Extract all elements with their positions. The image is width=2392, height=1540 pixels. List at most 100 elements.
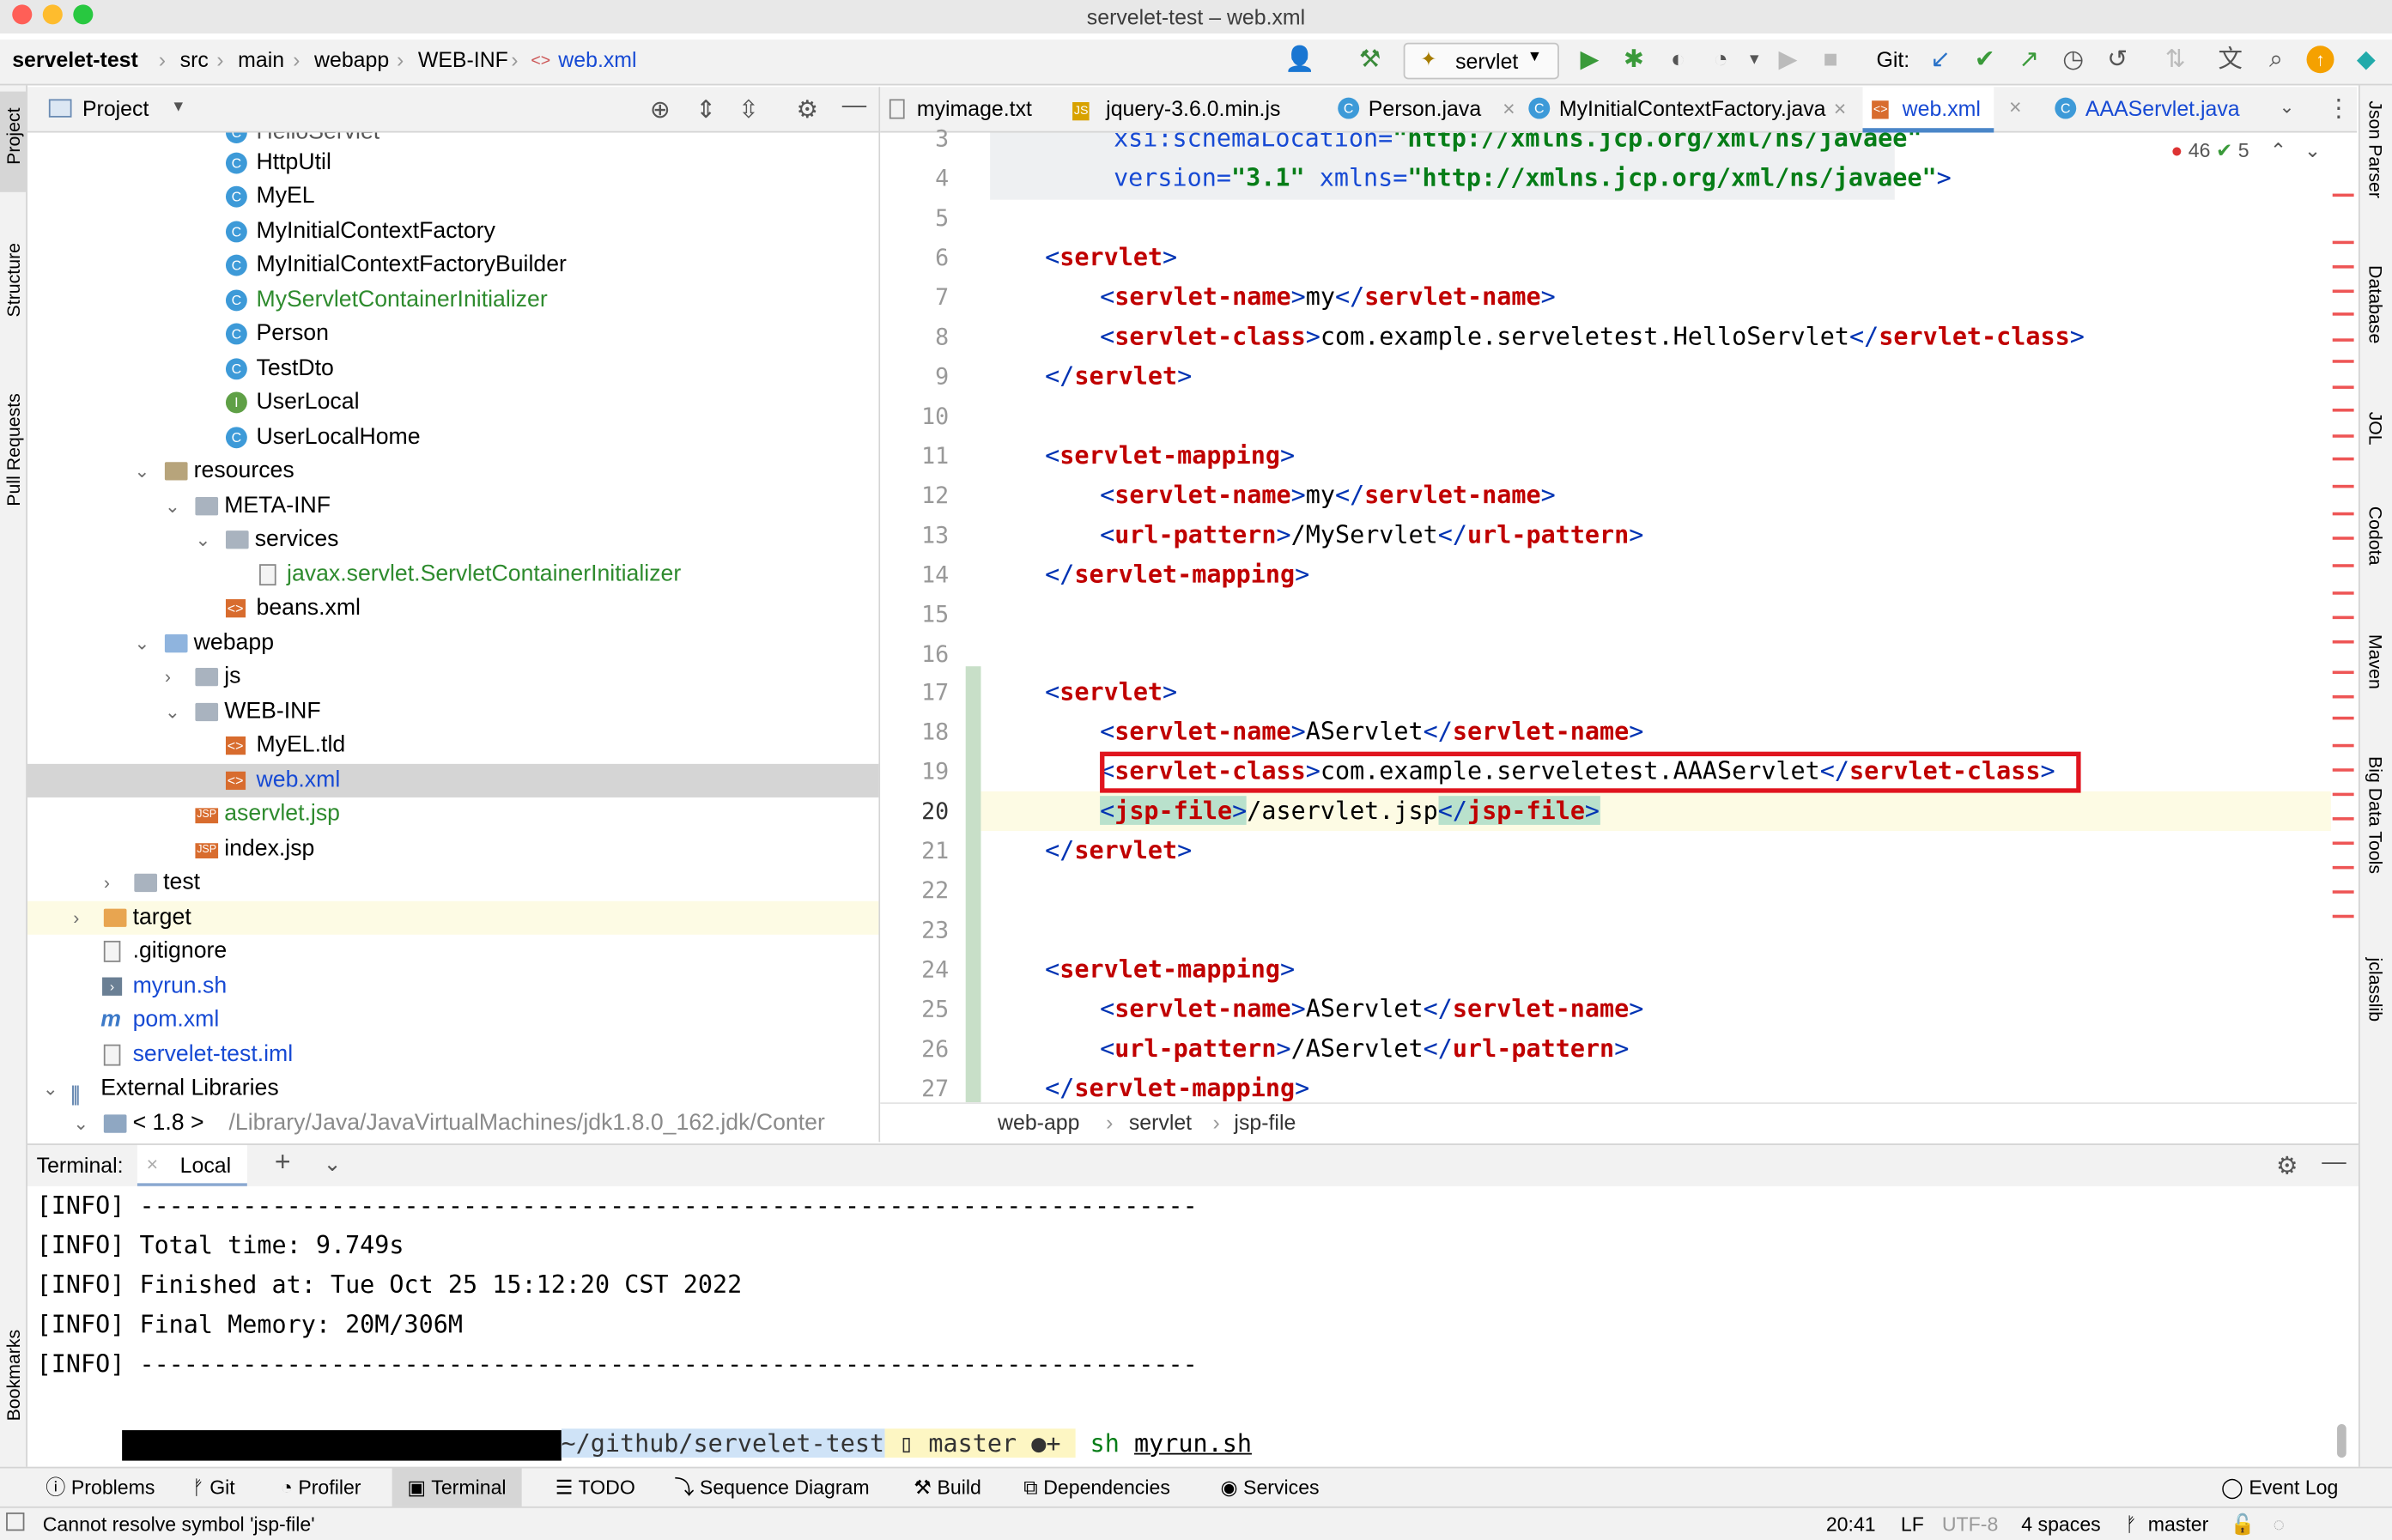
gear-icon[interactable]: ⚙ <box>796 94 817 125</box>
tree-item[interactable]: m pom.xml <box>27 1003 878 1037</box>
close-tab-icon[interactable]: × <box>2009 94 2022 118</box>
tree-item[interactable]: C HttpUtil <box>27 147 878 180</box>
error-stripe-mark[interactable] <box>2332 716 2354 720</box>
error-stripe-mark[interactable] <box>2332 385 2354 389</box>
build-hammer-icon[interactable]: ⚒ <box>1355 45 1386 76</box>
locate-icon[interactable]: ⊕ <box>650 94 671 125</box>
error-stripe-mark[interactable] <box>2332 512 2354 516</box>
toggle-tool-windows-icon[interactable] <box>6 1512 25 1531</box>
error-stripe-mark[interactable] <box>2332 768 2354 772</box>
caret-position[interactable]: 20:41 <box>1826 1508 1876 1540</box>
event-log-tool-button[interactable]: ◯ Event Log <box>2221 1468 2338 1507</box>
tree-item[interactable]: › test <box>27 866 878 900</box>
chevron-down-icon[interactable]: ⌄ <box>2280 96 2295 118</box>
chevron-right-icon[interactable]: › <box>104 866 110 900</box>
chevron-down-icon[interactable]: ⌄ <box>324 1151 342 1177</box>
error-stripe-mark[interactable] <box>2332 694 2354 699</box>
terminal-scrollbar[interactable] <box>2337 1423 2346 1458</box>
tree-item[interactable]: JSP aservlet.jsp <box>27 797 878 831</box>
chevron-down-icon[interactable]: ⌄ <box>134 454 149 488</box>
tab-web-xml[interactable]: <> web.xml <box>1862 87 1994 133</box>
chevron-down-icon[interactable]: ⌄ <box>73 1107 88 1139</box>
history-icon[interactable]: ◷ <box>2058 45 2089 76</box>
error-stripe-mark[interactable] <box>2332 841 2354 846</box>
error-stripe-mark[interactable] <box>2332 792 2354 797</box>
chevron-right-icon[interactable]: › <box>73 901 79 935</box>
hide-panel-icon[interactable]: — <box>842 93 866 120</box>
error-stripe-mark[interactable] <box>2332 240 2354 245</box>
tree-item[interactable]: C Person <box>27 317 878 350</box>
tree-item[interactable]: <> MyEL.tld <box>27 729 878 762</box>
terminal-tool-button[interactable]: ▣ Terminal <box>392 1468 522 1508</box>
tree-item[interactable]: javax.servlet.ServletContainerInitialize… <box>27 558 878 591</box>
translate-icon[interactable]: 文 <box>2215 45 2246 76</box>
minimize-window-button[interactable] <box>42 4 63 25</box>
rollback-icon[interactable]: ↺ <box>2102 45 2133 76</box>
tree-item[interactable]: ⌄ webapp <box>27 627 878 660</box>
code-editor[interactable]: xsi:schemaLocation="http://xmlns.jcp.org… <box>980 132 2331 1103</box>
project-panel-title[interactable]: Project <box>82 96 149 120</box>
breadcrumb-servlet[interactable]: servlet <box>1129 1110 1192 1134</box>
chevron-down-icon[interactable]: ▼ <box>171 99 186 116</box>
update-icon[interactable]: ↑ <box>2306 45 2334 74</box>
plugin-icon[interactable]: ◆ <box>2351 45 2382 76</box>
dependencies-tool-button[interactable]: ⧉ Dependencies <box>1023 1468 1170 1507</box>
close-window-button[interactable] <box>12 4 33 25</box>
services-tool-button[interactable]: ◉ Services <box>1220 1468 1319 1507</box>
breadcrumb-main[interactable]: main <box>238 47 284 71</box>
tree-item[interactable]: ⌄ META-INF <box>27 489 878 523</box>
profiler-icon[interactable]: ◔ <box>1705 45 1736 76</box>
breadcrumb-webapp[interactable]: webapp <box>314 47 389 71</box>
breadcrumb-web-xml[interactable]: web.xml <box>558 47 636 71</box>
tree-item[interactable]: ⌄ WEB-INF <box>27 695 878 729</box>
git-branch-widget[interactable]: master <box>2148 1508 2209 1540</box>
memory-indicator-icon[interactable]: ◌ <box>2273 1508 2285 1540</box>
inspection-widget[interactable]: ● 46 ✔ 5 ⌃ ⌄ <box>2170 139 2321 163</box>
close-tab-icon[interactable]: × <box>147 1153 158 1176</box>
error-stripe-mark[interactable] <box>2332 890 2354 894</box>
tree-item[interactable]: <> beans.xml <box>27 591 878 625</box>
jol-tool-button[interactable]: JOL <box>2365 412 2386 446</box>
indent-setting[interactable]: 4 spaces <box>2021 1508 2100 1540</box>
error-stripe-mark[interactable] <box>2332 484 2354 488</box>
close-tab-icon[interactable]: × <box>1834 87 1847 130</box>
tree-item-selected[interactable]: <> web.xml <box>27 763 879 797</box>
tree-item[interactable]: › js <box>27 660 878 694</box>
todo-tool-button[interactable]: ☰ TODO <box>556 1468 635 1507</box>
error-stripe-mark[interactable] <box>2332 457 2354 461</box>
json-parser-tool-button[interactable]: Json Parser <box>2365 100 2386 198</box>
stop-icon[interactable]: ■ <box>1815 45 1846 76</box>
expand-all-icon[interactable]: ⇕ <box>695 94 716 125</box>
chevron-down-icon[interactable]: ⌄ <box>134 627 149 660</box>
error-stripe-mark[interactable] <box>2332 564 2354 567</box>
user-icon[interactable]: 👤 <box>1284 45 1315 76</box>
chevron-down-icon[interactable]: ▼ <box>1739 45 1770 76</box>
breadcrumb-jsp-file[interactable]: jsp-file <box>1234 1110 1296 1134</box>
next-highlight-icon[interactable]: ⌄ <box>2304 139 2321 162</box>
error-stripe-mark[interactable] <box>2332 914 2354 919</box>
breadcrumb-web-app[interactable]: web-app <box>998 1110 1079 1134</box>
error-stripe-mark[interactable] <box>2332 591 2354 595</box>
git-push-icon[interactable]: ↗ <box>2013 45 2044 76</box>
tree-item[interactable]: C MyInitialContextFactoryBuilder <box>27 249 878 282</box>
profiler-tool-button[interactable]: ◔ Profiler <box>281 1468 361 1507</box>
breadcrumb-web-inf[interactable]: WEB-INF <box>418 47 508 71</box>
git-update-icon[interactable]: ↙ <box>1925 45 1956 76</box>
line-separator[interactable]: LF <box>1901 1508 1924 1540</box>
jclasslib-tool-button[interactable]: jclasslib <box>2365 957 2386 1022</box>
error-stripe-mark[interactable] <box>2332 265 2354 269</box>
problems-tool-button[interactable]: ⓘ Problems <box>46 1468 155 1507</box>
error-stripe-mark[interactable] <box>2332 312 2354 316</box>
git-commit-icon[interactable]: ✔ <box>1970 45 2000 76</box>
error-stripe-mark[interactable] <box>2332 743 2354 748</box>
chevron-down-icon[interactable]: ⌄ <box>165 489 180 523</box>
debug-icon[interactable]: ✱ <box>1618 45 1649 76</box>
error-stripe-mark[interactable] <box>2332 193 2354 197</box>
chevron-down-icon[interactable]: ⌄ <box>43 1072 58 1106</box>
chevron-right-icon[interactable]: › <box>165 660 171 694</box>
build-tool-button[interactable]: ⚒ Build <box>914 1468 981 1507</box>
error-stripe-mark[interactable] <box>2332 537 2354 540</box>
sequence-diagram-tool-button[interactable]: ⤵ Sequence Diagram <box>674 1468 869 1507</box>
error-stripe-mark[interactable] <box>2332 865 2354 870</box>
sort-icon[interactable]: ⇅ <box>2160 45 2191 76</box>
